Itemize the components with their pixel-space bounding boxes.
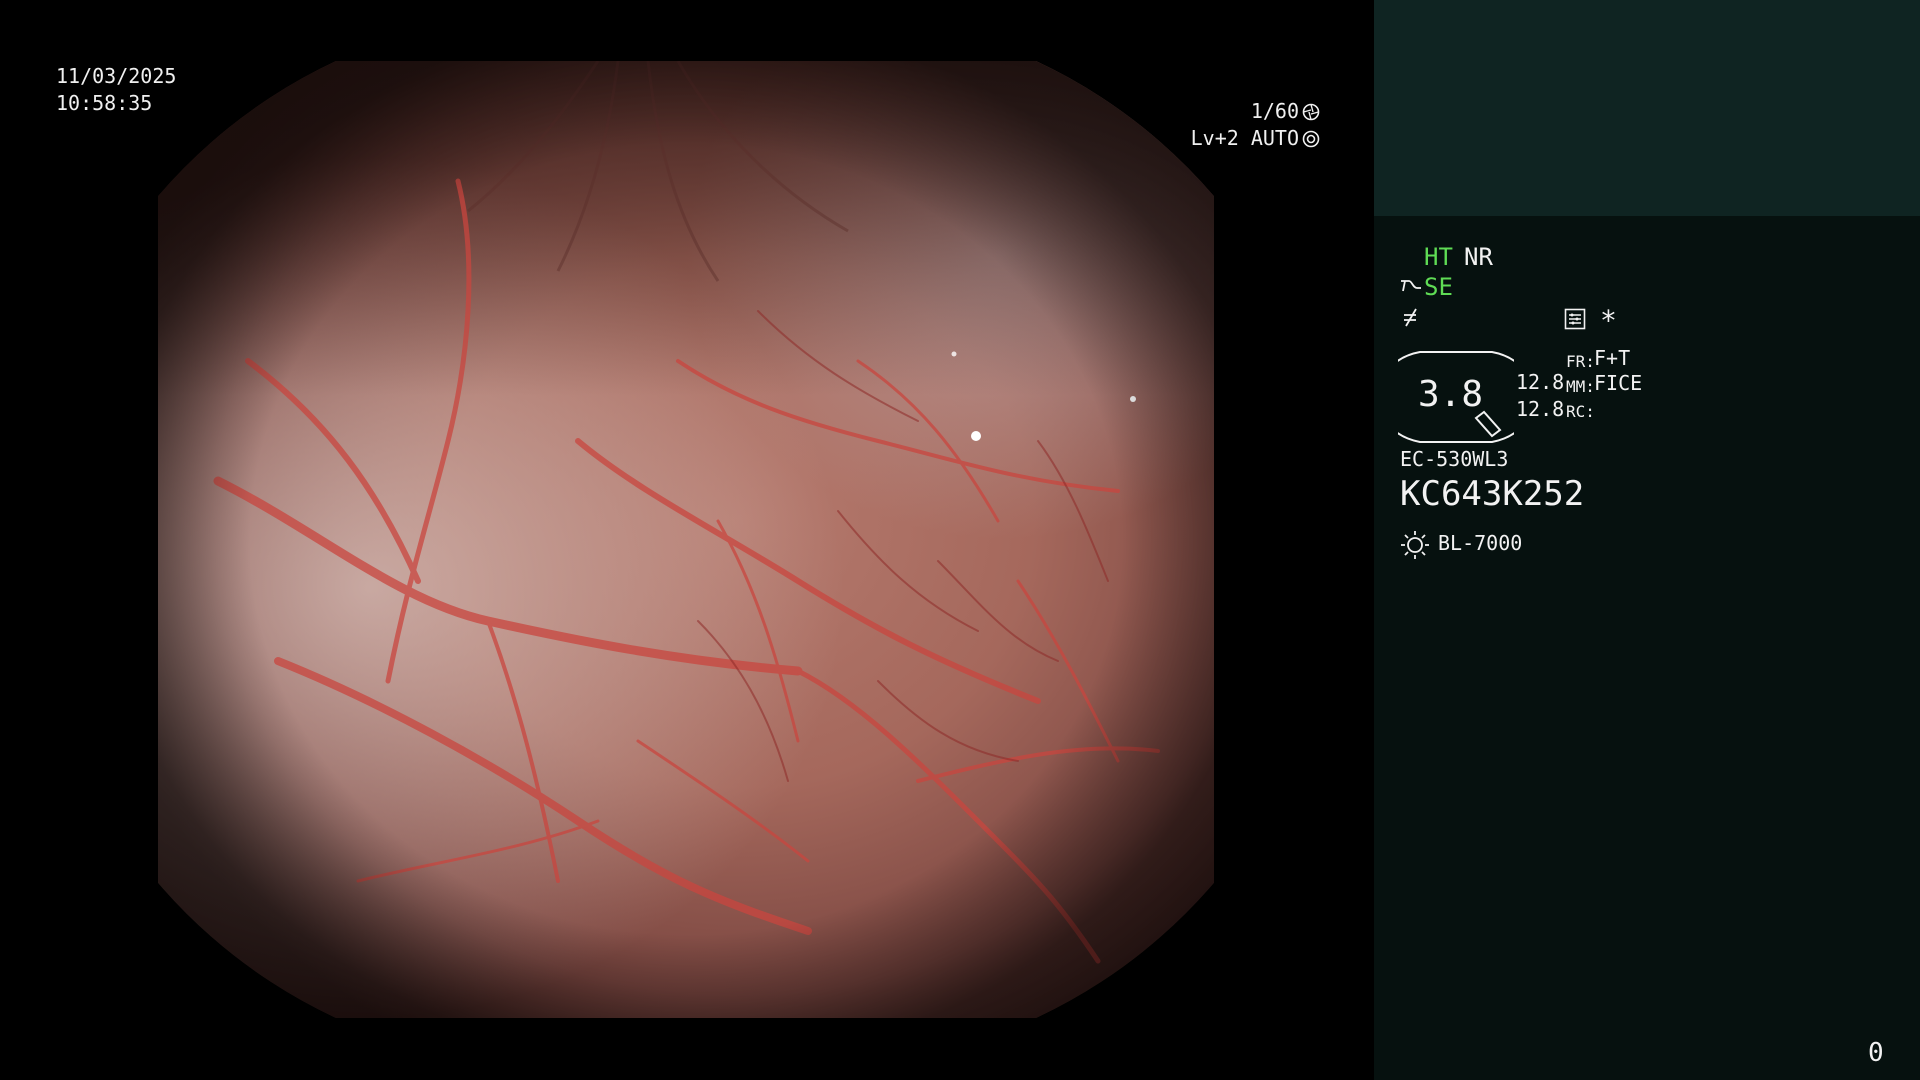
mm-value: FICE	[1594, 371, 1643, 395]
settings-list-icon	[1564, 308, 1586, 330]
zoom-value-1: 12.8	[1516, 370, 1565, 394]
zoom-value-2: 12.8	[1516, 397, 1565, 421]
not-equal-icon	[1404, 308, 1417, 327]
mm-label: MM:	[1566, 377, 1595, 396]
gauge-value: 3.8	[1418, 374, 1484, 415]
shutter-icon	[1302, 103, 1320, 120]
shutter-row: 1/60	[1191, 98, 1320, 125]
datetime-display: 11/03/2025 10:58:35	[56, 63, 176, 117]
iris-text: Lv+2 AUTO	[1190, 126, 1299, 150]
time-text: 10:58:35	[56, 91, 153, 115]
nr-indicator: NR	[1464, 243, 1493, 271]
fr-value: F+T	[1594, 346, 1631, 370]
capture-counter: 0	[1868, 1038, 1884, 1068]
shutter-speed-text: 1/60	[1250, 99, 1299, 123]
scope-model: EC-530WL3	[1400, 447, 1509, 471]
structure-enhancement-icon	[1401, 280, 1421, 292]
date-text: 11/03/2025	[56, 64, 177, 88]
patient-info-area	[1374, 0, 1920, 216]
scope-serial-number: KC643K252	[1400, 474, 1585, 514]
se-indicator: SE	[1424, 273, 1453, 301]
light-source-model: BL-7000	[1438, 531, 1523, 555]
endoscope-image	[158, 61, 1214, 1018]
status-panel: HT NR SE * 3.8 12.8 12.8 FR: F+T MM: FIC…	[1374, 0, 1920, 1080]
light-source-icon	[1401, 531, 1429, 559]
iris-icon	[1302, 130, 1320, 147]
exposure-info: 1/60 Lv+2 AUTO	[1191, 98, 1320, 152]
fr-label: FR:	[1566, 352, 1595, 371]
rc-label: RC:	[1566, 402, 1595, 421]
endoscopy-monitor: 11/03/2025 10:58:35 1/60 Lv+2 AUTO HT NR…	[0, 0, 1920, 1080]
ht-indicator: HT	[1424, 243, 1453, 271]
star-marker: *	[1600, 304, 1617, 337]
iris-row: Lv+2 AUTO	[1191, 125, 1320, 152]
